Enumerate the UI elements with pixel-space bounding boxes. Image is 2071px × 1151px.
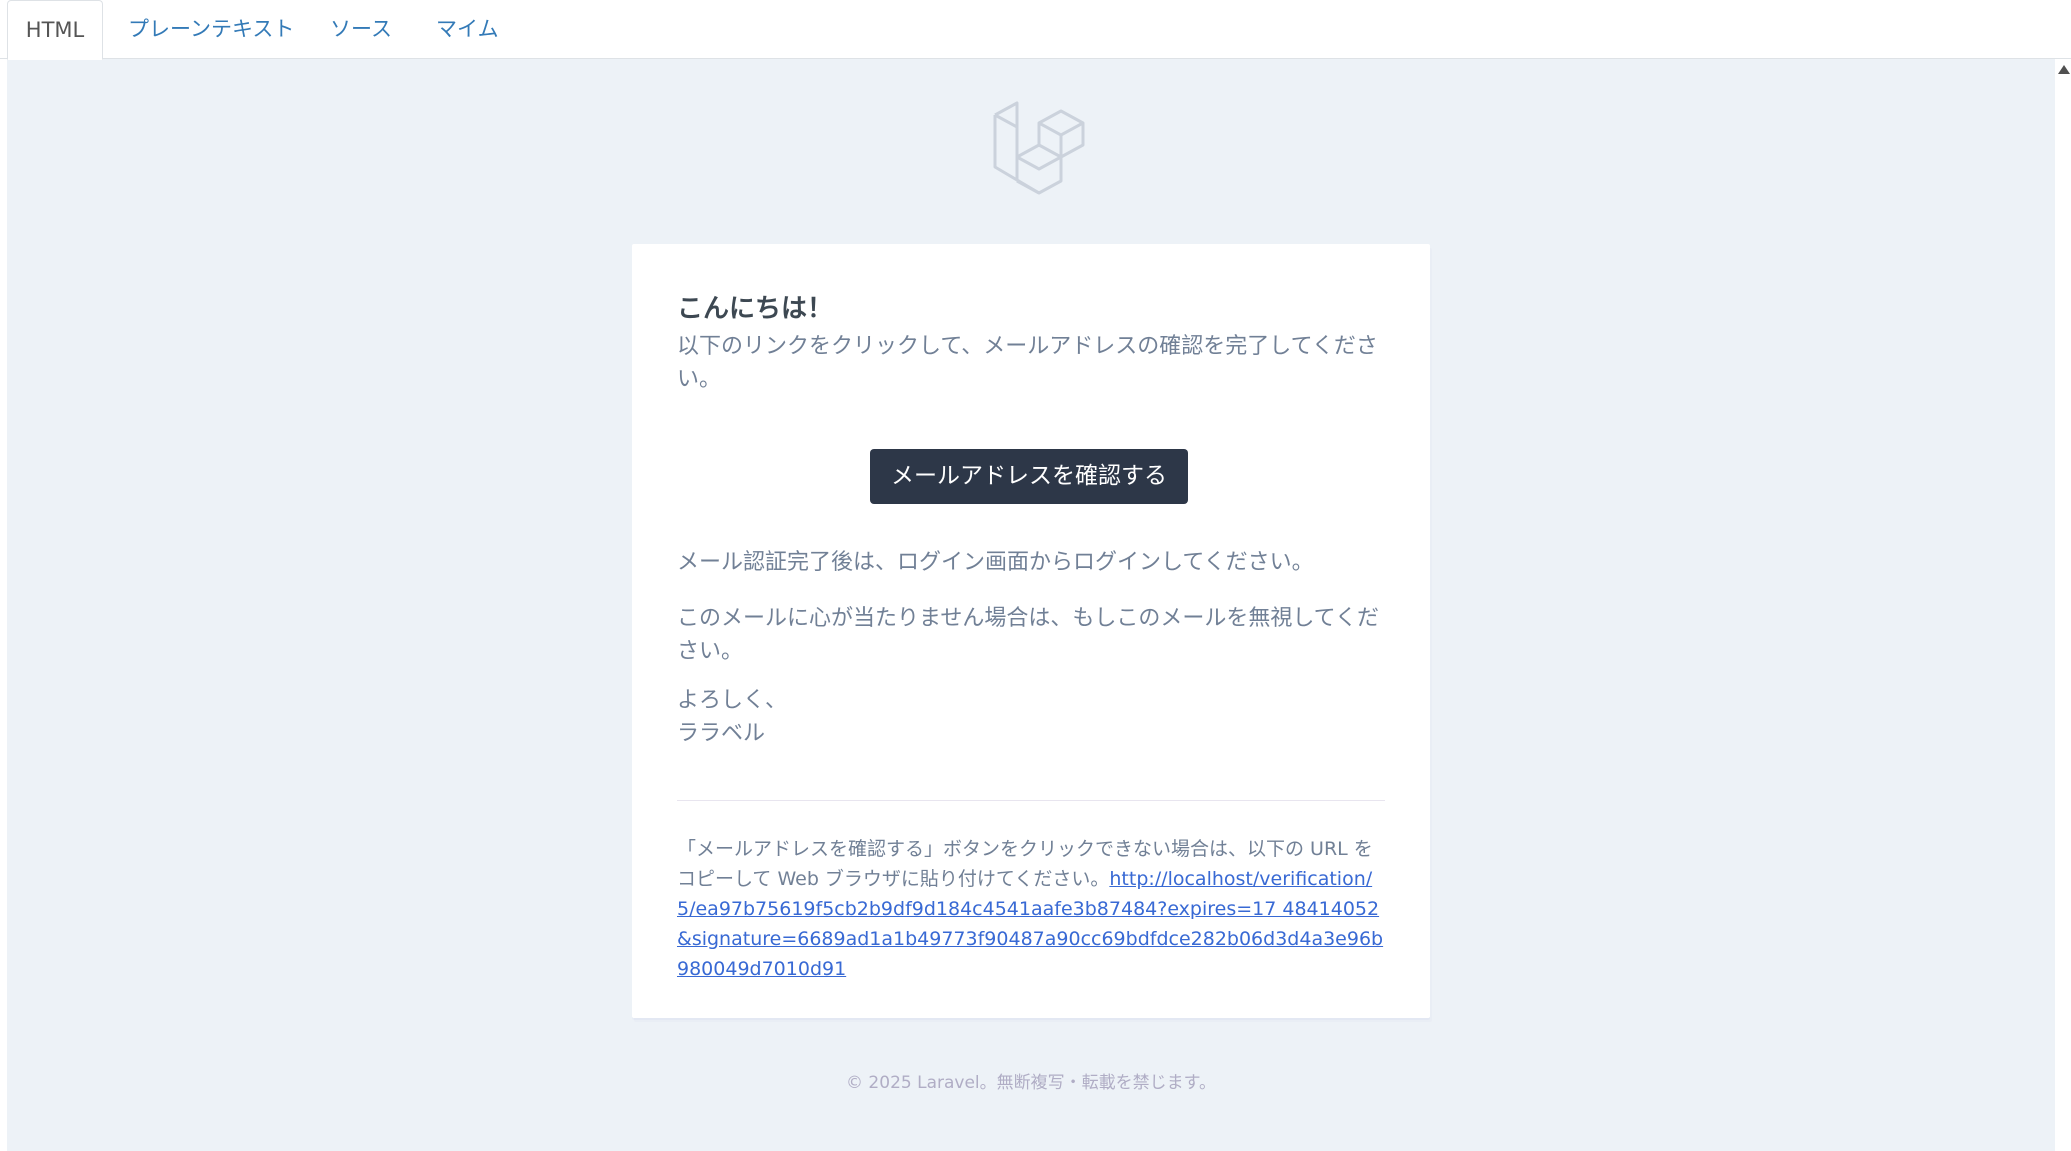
email-preview-pane: こんにちは！ 以下のリンクをクリックして、メールアドレスの確認を完了してください… [7,59,2055,1151]
footer-copyright: © 2025 Laravel。無断複写・転載を禁じます。 [846,1073,1216,1093]
salutation: よろしく、 ララベル [677,684,1385,750]
vertical-scrollbar[interactable] [2055,59,2071,1151]
scroll-up-arrow-icon[interactable] [2058,65,2070,74]
greeting-heading: こんにちは！ [677,294,834,324]
subcopy: 「メールアドレスを確認する」ボタンをクリックできない場合は、以下の URL をコ… [677,834,1385,984]
tab-plain-text[interactable]: プレーンテキスト [128,0,294,59]
tab-mime[interactable]: マイム [436,0,499,59]
verify-email-button[interactable]: メールアドレスを確認する [870,449,1188,504]
ignore-note-paragraph: このメールに心が当たりません場合は、もしこのメールを無視してください。 [677,606,1380,664]
after-login-paragraph: メール認証完了後は、ログイン画面からログインしてください。 [677,550,1314,575]
tab-bar: HTML プレーンテキスト ソース マイム [0,0,2071,60]
salutation-line-2: ララベル [677,721,766,746]
intro-paragraph: 以下のリンクをクリックして、メールアドレスの確認を完了してください。 [677,334,1378,392]
email-card: こんにちは！ 以下のリンクをクリックして、メールアドレスの確認を完了してください… [632,244,1430,1018]
tab-html[interactable]: HTML [7,0,103,60]
tab-source[interactable]: ソース [330,0,392,59]
salutation-line-1: よろしく、 [677,688,788,713]
divider [677,800,1385,801]
laravel-logo-icon [987,97,1085,195]
